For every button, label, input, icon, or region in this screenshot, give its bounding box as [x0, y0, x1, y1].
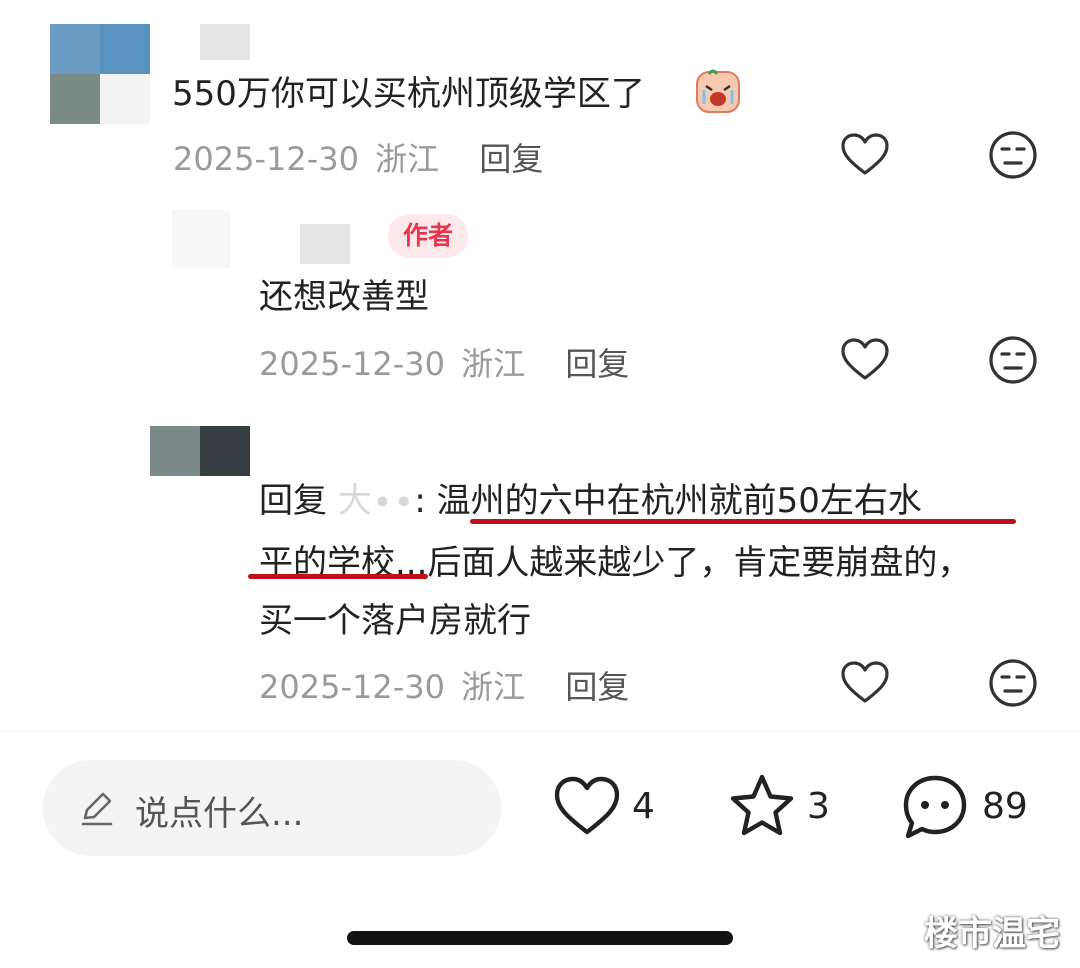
- comment-location: 浙江: [461, 345, 526, 383]
- comment-date: 2025-12-30: [259, 345, 445, 383]
- reply-button[interactable]: 回复: [479, 140, 543, 178]
- like-post-button[interactable]: 4: [552, 772, 662, 844]
- comments-button[interactable]: 89: [900, 772, 1040, 844]
- dislike-button[interactable]: [987, 334, 1039, 386]
- comment-count: 89: [982, 786, 1028, 827]
- pencil-icon: [81, 792, 113, 826]
- comment-text: 还想改善型: [259, 277, 429, 317]
- comment-date: 2025-12-30: [259, 668, 445, 706]
- reply-target-name[interactable]: 大∙∙: [338, 481, 415, 521]
- favorite-count: 3: [807, 786, 830, 827]
- like-button[interactable]: [839, 129, 891, 181]
- highlight-underline: [470, 519, 1016, 524]
- comment-meta: 2025-12-30 浙江 回复: [259, 662, 629, 708]
- crying-face-icon: [696, 69, 740, 113]
- heart-icon: [841, 338, 889, 380]
- comment-input[interactable]: 说点什么...: [43, 760, 501, 856]
- like-button[interactable]: [839, 657, 891, 709]
- reply-prefix: 回复: [259, 481, 327, 521]
- avatar[interactable]: [50, 24, 150, 124]
- dislike-button[interactable]: [987, 657, 1039, 709]
- home-indicator[interactable]: [347, 931, 733, 945]
- comment-text: 550万你可以买杭州顶级学区了: [172, 74, 645, 114]
- comment-location: 浙江: [375, 140, 440, 178]
- reply-button[interactable]: 回复: [565, 668, 629, 706]
- divider: [0, 731, 1080, 732]
- comment-date: 2025-12-30: [173, 140, 359, 178]
- comment-bubble-icon: [903, 775, 967, 839]
- dislike-button[interactable]: [987, 129, 1039, 181]
- input-placeholder: 说点什么...: [135, 794, 304, 834]
- heart-icon: [841, 133, 889, 175]
- username-blurred[interactable]: [300, 224, 350, 264]
- avatar[interactable]: [150, 426, 250, 476]
- favorite-button[interactable]: 3: [727, 772, 837, 844]
- username-blurred[interactable]: [200, 24, 250, 60]
- comment-text-line-3: 买一个落户房就行: [259, 601, 531, 641]
- comment-text-line-2: 平的学校...后面人越来越少了，肯定要崩盘的，: [259, 543, 972, 583]
- like-button[interactable]: [839, 334, 891, 386]
- highlight-underline: [248, 574, 428, 579]
- comment-location: 浙江: [461, 668, 526, 706]
- neutral-face-icon: [989, 131, 1037, 179]
- comment-meta: 2025-12-30 浙江 回复: [173, 134, 543, 180]
- star-icon: [730, 774, 794, 836]
- heart-icon: [554, 776, 620, 835]
- heart-icon: [841, 661, 889, 703]
- highlighted-text: 温州的六中在杭州就前50左右水: [436, 481, 922, 521]
- neutral-face-icon: [989, 659, 1037, 707]
- neutral-face-icon: [989, 336, 1037, 384]
- reply-button[interactable]: 回复: [565, 345, 629, 383]
- author-badge: 作者: [388, 214, 468, 258]
- watermark: 楼市温宅: [924, 914, 1060, 954]
- avatar[interactable]: [172, 210, 230, 268]
- like-count: 4: [632, 786, 655, 827]
- comment-meta: 2025-12-30 浙江 回复: [259, 339, 629, 385]
